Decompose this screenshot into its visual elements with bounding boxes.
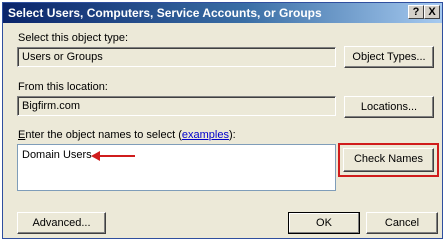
cancel-button[interactable]: Cancel [366, 212, 438, 234]
red-arrow-annotation [91, 151, 135, 161]
advanced-button[interactable]: Advanced... [17, 212, 106, 234]
select-users-dialog: Select Users, Computers, Service Account… [2, 2, 443, 239]
help-button[interactable]: ? [408, 5, 424, 19]
locations-button[interactable]: Locations... [344, 96, 434, 118]
title-bar[interactable]: Select Users, Computers, Service Account… [3, 3, 442, 23]
object-names-input[interactable]: Domain Users [17, 144, 336, 191]
examples-link[interactable]: examples [182, 129, 229, 141]
ok-button[interactable]: OK [288, 212, 360, 234]
object-names-label: Enter the object names to select (exampl… [18, 129, 236, 141]
object-names-value: Domain Users [22, 149, 92, 161]
check-names-button[interactable]: Check Names [343, 148, 434, 172]
object-type-label: Select this object type: [18, 32, 129, 44]
close-button[interactable]: X [424, 5, 440, 19]
object-types-button[interactable]: Object Types... [344, 46, 434, 68]
object-names-label-text: nter the object names to select ( [25, 129, 182, 141]
object-type-field: Users or Groups [17, 47, 336, 67]
location-label: From this location: [18, 81, 108, 93]
location-field: Bigfirm.com [17, 96, 336, 116]
object-names-label-end: ): [228, 129, 236, 141]
window-title: Select Users, Computers, Service Account… [8, 6, 322, 20]
